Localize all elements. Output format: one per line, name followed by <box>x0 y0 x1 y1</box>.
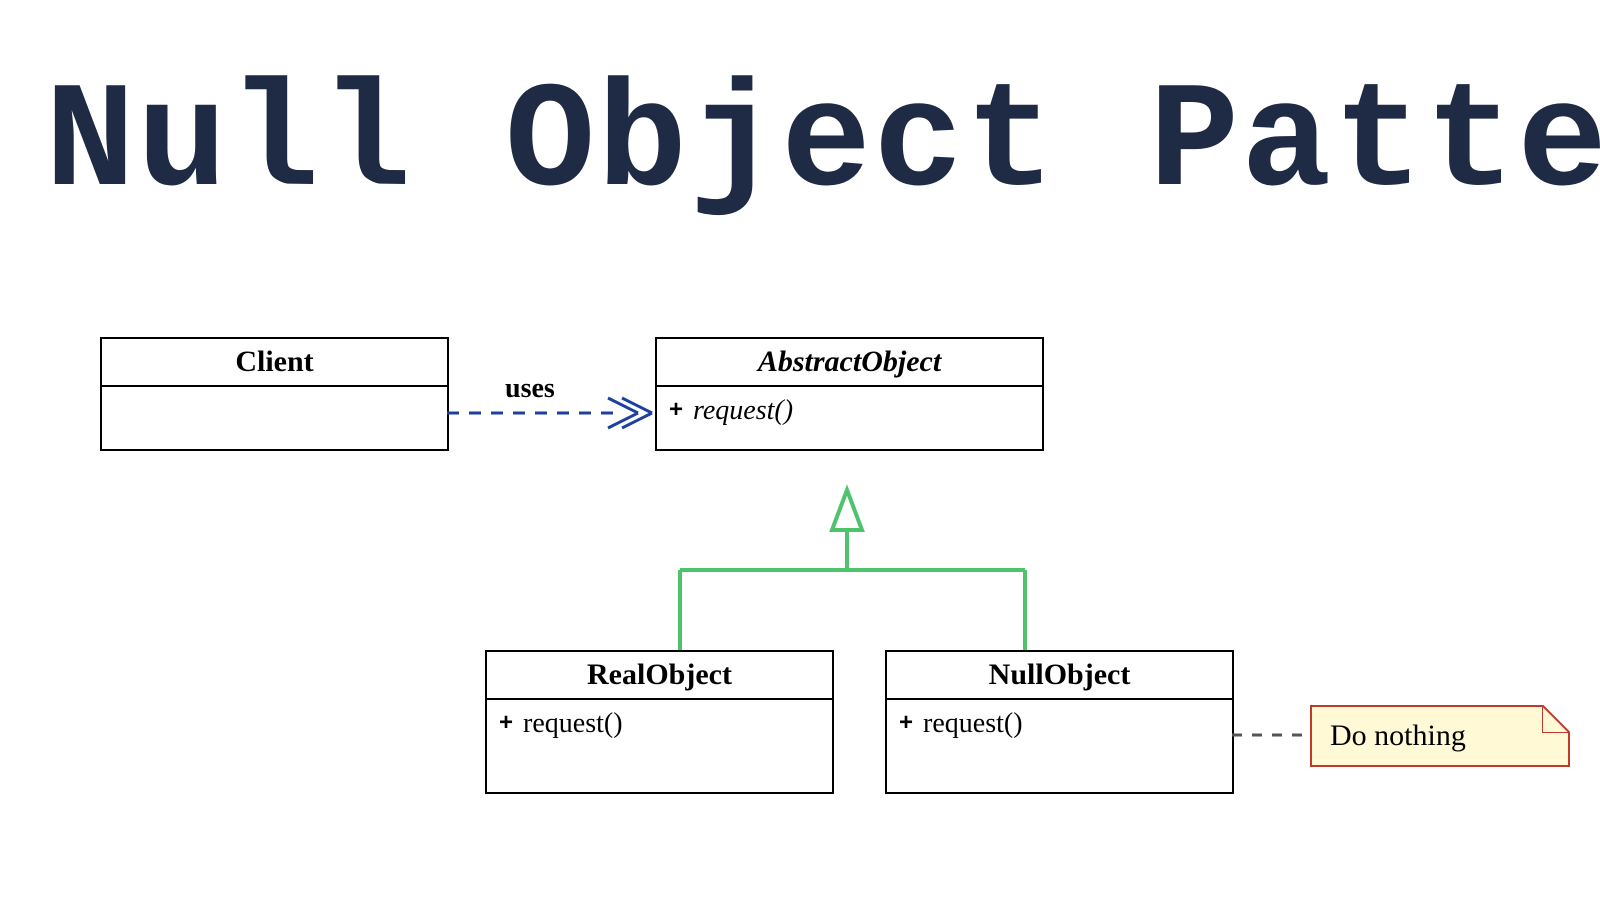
relation-label-uses: uses <box>505 373 555 405</box>
visibility-marker: + <box>669 396 683 423</box>
uml-class-client: Client <box>100 337 449 451</box>
uml-class-client-body <box>102 387 447 449</box>
uml-note: Do nothing <box>1310 705 1570 767</box>
uml-method: request() <box>693 395 793 426</box>
dependency-arrow-icon <box>608 398 652 428</box>
uml-class-client-name: Client <box>102 339 447 387</box>
uml-class-abstract: AbstractObject + request() <box>655 337 1044 451</box>
inherit-arrow-icon <box>832 490 862 530</box>
note-fold-border-icon <box>1542 705 1570 733</box>
uml-class-real: RealObject + request() <box>485 650 834 794</box>
visibility-marker: + <box>499 709 513 736</box>
uml-class-abstract-name: AbstractObject <box>657 339 1042 387</box>
uml-class-real-name: RealObject <box>487 652 832 700</box>
uml-class-null: NullObject + request() <box>885 650 1234 794</box>
uml-class-null-name: NullObject <box>887 652 1232 700</box>
uml-class-real-body: + request() <box>487 700 832 792</box>
page-title: Null Object Pattern <box>45 60 1600 230</box>
uml-method: request() <box>923 708 1023 739</box>
uml-class-null-body: + request() <box>887 700 1232 792</box>
uml-note-text: Do nothing <box>1330 719 1466 752</box>
visibility-marker: + <box>899 709 913 736</box>
uml-class-abstract-body: + request() <box>657 387 1042 449</box>
uml-method: request() <box>523 708 623 739</box>
